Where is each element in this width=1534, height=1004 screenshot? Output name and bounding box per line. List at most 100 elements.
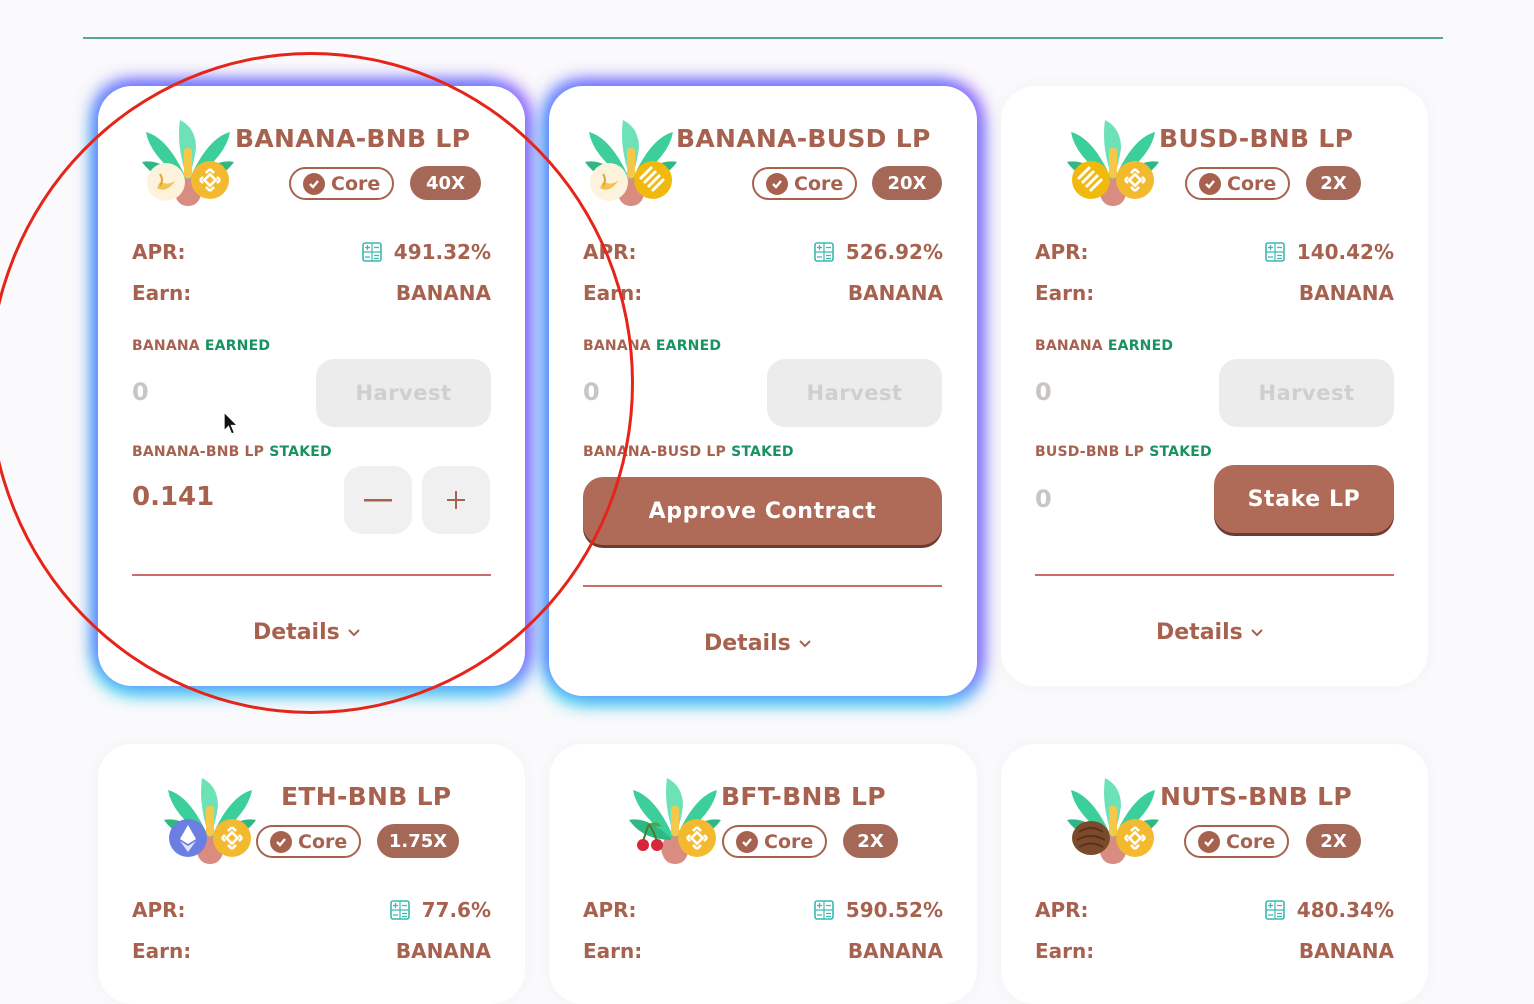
verified-check-icon [303, 172, 325, 195]
earned-label: BANANA EARNED [583, 338, 722, 354]
calculator-icon[interactable] [1264, 900, 1285, 920]
stake-lp-button[interactable]: Stake LP [1214, 465, 1394, 533]
verified-check-icon [736, 830, 758, 853]
apr-value: 590.52% [813, 898, 943, 922]
core-badge: Core [256, 825, 362, 858]
earn-label: Earn: [1035, 281, 1095, 305]
chevron-down-icon [799, 639, 811, 647]
nuts-token-icon [1071, 820, 1111, 856]
apr-value: 480.34% [1264, 898, 1394, 922]
unstake-button[interactable] [344, 466, 412, 534]
multiplier-badge: 40X [410, 166, 481, 200]
core-badge: Core [722, 825, 828, 858]
earn-token: BANANA [847, 939, 943, 963]
farm-logo-banana-busd [585, 120, 677, 206]
earned-label: BANANA EARNED [1035, 338, 1174, 354]
staked-label: BANANA-BUSD LP STAKED [583, 444, 794, 460]
stake-more-button[interactable] [422, 466, 490, 534]
earned-label: BANANA EARNED [132, 338, 271, 354]
earn-token: BANANA [395, 939, 491, 963]
apr-value: 491.32% [361, 240, 491, 264]
apr-percent: 480.34% [1296, 898, 1394, 922]
card-divider [1035, 574, 1394, 576]
farm-title: NUTS-BNB LP [1160, 782, 1352, 811]
details-toggle[interactable]: Details [704, 631, 811, 656]
bnb-token-icon [211, 817, 253, 859]
farm-title: BFT-BNB LP [721, 782, 886, 811]
earned-amount: 0 [583, 378, 600, 406]
farm-logo-bft-bnb [629, 778, 721, 864]
bnb-token-icon [1114, 159, 1156, 201]
harvest-button[interactable]: Harvest [767, 359, 942, 427]
staked-label: BANANA-BNB LP STAKED [132, 444, 332, 460]
calculator-icon[interactable] [1264, 242, 1285, 262]
farm-card-busd-bnb: BUSD-BNB LP Core 2X APR: 140.42% Earn: B… [1001, 86, 1428, 686]
core-badge: Core [1185, 167, 1291, 200]
farm-logo-busd-bnb [1067, 120, 1159, 206]
earn-label: Earn: [583, 281, 643, 305]
earn-token: BANANA [847, 281, 943, 305]
core-label: Core [331, 172, 381, 195]
section-divider [83, 37, 1443, 39]
farm-card-nuts-bnb: NUTS-BNB LP Core 2X APR: 480.34% Earn: B… [1001, 744, 1428, 1004]
apr-percent: 140.42% [1296, 240, 1394, 264]
staked-amount: 0.141 [132, 482, 215, 512]
farm-card-eth-bnb: ETH-BNB LP Core 1.75X APR: 77.6% Earn: B… [98, 744, 525, 1004]
core-label: Core [1227, 172, 1277, 195]
card-divider [132, 574, 491, 576]
calculator-icon[interactable] [389, 900, 410, 920]
eth-token-icon [169, 819, 207, 857]
core-label: Core [298, 830, 348, 853]
farm-logo-banana-bnb [142, 120, 234, 206]
card-divider [583, 585, 942, 587]
apr-value: 140.42% [1264, 240, 1394, 264]
calculator-icon[interactable] [813, 900, 834, 920]
chevron-down-icon [348, 628, 360, 636]
farm-logo-eth-bnb [164, 778, 256, 864]
calculator-icon[interactable] [361, 242, 382, 262]
staked-amount: 0 [1035, 485, 1052, 513]
apr-percent: 77.6% [421, 898, 491, 922]
bnb-token-icon [676, 817, 718, 859]
farm-title: BUSD-BNB LP [1159, 124, 1354, 153]
core-label: Core [764, 830, 814, 853]
multiplier-badge: 2X [1306, 824, 1361, 858]
multiplier-badge: 2X [843, 824, 898, 858]
details-toggle[interactable]: Details [253, 620, 360, 645]
earned-amount: 0 [132, 378, 149, 406]
earned-amount: 0 [1035, 378, 1052, 406]
earn-token: BANANA [1298, 939, 1394, 963]
details-toggle[interactable]: Details [1156, 620, 1263, 645]
banana-token-icon [589, 162, 629, 202]
farm-card-banana-bnb: BANANA-BNB LP Core 40X APR: 491.32% Earn… [98, 86, 525, 686]
approve-contract-button[interactable]: Approve Contract [583, 477, 942, 545]
apr-percent: 590.52% [845, 898, 943, 922]
farm-title: BANANA-BNB LP [235, 124, 471, 153]
core-label: Core [794, 172, 844, 195]
bnb-token-icon [189, 159, 231, 201]
harvest-button[interactable]: Harvest [1219, 359, 1394, 427]
multiplier-badge: 20X [872, 166, 942, 200]
staked-label: BUSD-BNB LP STAKED [1035, 444, 1212, 460]
earn-label: Earn: [1035, 939, 1095, 963]
multiplier-badge: 2X [1306, 166, 1361, 200]
apr-label: APR: [132, 240, 186, 264]
earn-token: BANANA [1298, 281, 1394, 305]
calculator-icon[interactable] [813, 242, 834, 262]
apr-label: APR: [132, 898, 186, 922]
chevron-down-icon [1251, 628, 1263, 636]
earn-label: Earn: [132, 939, 192, 963]
mouse-cursor-icon [223, 411, 240, 435]
farm-card-bft-bnb: BFT-BNB LP Core 2X APR: 590.52% Earn: BA… [549, 744, 977, 1004]
apr-label: APR: [1035, 898, 1089, 922]
apr-percent: 526.92% [845, 240, 943, 264]
earn-token: BANANA [395, 281, 491, 305]
earn-label: Earn: [583, 939, 643, 963]
core-badge: Core [1184, 825, 1290, 858]
apr-label: APR: [583, 240, 637, 264]
farm-title: ETH-BNB LP [281, 782, 452, 811]
busd-token-icon [632, 159, 674, 201]
apr-value: 77.6% [389, 898, 491, 922]
earn-label: Earn: [132, 281, 192, 305]
harvest-button[interactable]: Harvest [316, 359, 491, 427]
